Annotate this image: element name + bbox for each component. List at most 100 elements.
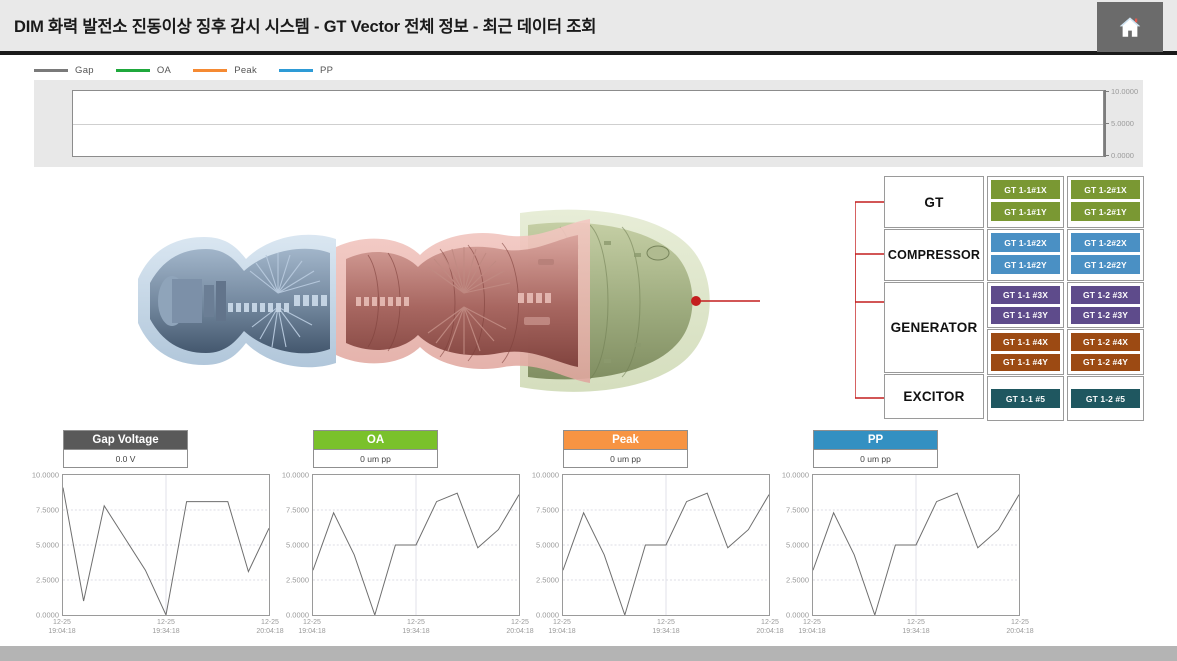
x-tick-time: 19:04:18 [48, 628, 76, 635]
sensor-cell: GT 1-1#1X GT 1-1#1Y [987, 176, 1064, 228]
kpi-value: 0 um pp [563, 449, 688, 468]
group-generator[interactable]: GENERATOR [884, 282, 984, 373]
y-axis-tick-label: 2.5000 [286, 575, 309, 585]
x-axis-tick-label: 12-25 19:04:18 [548, 618, 575, 636]
dim-vibration-monitoring-screen: DIM 화력 발전소 진동이상 징후 감시 시스템 - GT Vector 전체… [0, 0, 1177, 661]
x-tick-time: 19:04:18 [548, 628, 576, 635]
y-axis-tick-label: 10.0000 [781, 470, 809, 480]
panel-connector-lines [855, 176, 887, 422]
y-axis: 10.0000 7.5000 5.0000 2.5000 0.0000 [522, 471, 562, 620]
sensor-button-gt-1-2-1y[interactable]: GT 1-2#1Y [1071, 202, 1140, 221]
x-axis-tick-label: 12-25 19:34:18 [402, 618, 429, 636]
group-compressor[interactable]: COMPRESSOR [884, 229, 984, 281]
sensor-button-gt-1-1-2x[interactable]: GT 1-1#2X [991, 233, 1060, 252]
sensor-button-gt-1-2-4x[interactable]: GT 1-2 #4X [1071, 333, 1140, 351]
kpi-title: PP [813, 430, 938, 449]
x-tick-date: 12-25 [53, 619, 71, 626]
sensor-button-gt-1-1-1x[interactable]: GT 1-1#1X [991, 180, 1060, 199]
page-title: DIM 화력 발전소 진동이상 징후 감시 시스템 - GT Vector 전체… [14, 18, 597, 36]
kpi-gap-voltage: Gap Voltage 0.0 V [63, 430, 188, 468]
axis-tick-label: 0.0000 [1111, 151, 1134, 160]
y-axis: 10.0000 7.5000 5.0000 2.5000 0.0000 [772, 470, 812, 620]
sensor-button-gt-1-2-2x[interactable]: GT 1-2#2X [1071, 233, 1140, 252]
y-axis-tick-label: 7.5000 [786, 505, 809, 515]
y-axis-tick-label: 5.0000 [786, 540, 809, 550]
y-axis-tick-label: 5.0000 [536, 540, 559, 550]
sensor-button-gt-1-2-4y[interactable]: GT 1-2 #4Y [1071, 353, 1140, 371]
sensor-row: GT 1-1 #5 GT 1-2 #5 [987, 376, 1145, 421]
y-axis-tick-label: 7.5000 [286, 505, 309, 515]
sensor-button-gt-1-1-2y[interactable]: GT 1-1#2Y [991, 255, 1060, 274]
x-tick-date: 12-25 [407, 619, 425, 626]
y-axis-tick-label: 7.5000 [536, 505, 559, 515]
sensor-button-gt-1-1-3x[interactable]: GT 1-1 #3X [991, 286, 1060, 304]
x-axis-tick-label: 12-25 19:04:18 [48, 618, 75, 636]
legend-item-gap[interactable]: Gap [34, 65, 94, 76]
legend-label: OA [156, 64, 172, 76]
sensor-row: GT 1-1#1X GT 1-1#1Y GT 1-2#1X GT 1-2#1Y [987, 176, 1145, 228]
y-axis: 10.0000 7.5000 5.0000 2.5000 0.0000 [22, 471, 62, 620]
axis-tick [1104, 155, 1109, 156]
sensor-cell: GT 1-1 #4X GT 1-1 #4Y [987, 329, 1064, 375]
group-gt[interactable]: GT [884, 176, 984, 228]
x-axis-labels: 12-25 19:04:18 12-25 19:34:18 12-25 20:04:18 [22, 618, 283, 640]
x-tick-time: 20:04:18 [1006, 628, 1034, 635]
plot-area[interactable] [562, 474, 770, 616]
plot-area[interactable] [812, 474, 1020, 616]
home-button[interactable] [1097, 2, 1163, 52]
mini-chart-gap-voltage[interactable]: 10.0000 7.5000 5.0000 2.5000 0.0000 12-25 19:0… [22, 471, 284, 642]
legend-label: Gap [75, 64, 94, 76]
sensor-panel: GT COMPRESSOR GENERATOR EXCITOR GT 1-1#1… [855, 176, 1145, 422]
x-tick-date: 12-25 [553, 619, 571, 626]
sensor-button-grid: GT 1-1#1X GT 1-1#1Y GT 1-2#1X GT 1-2#1Y GT 1… [987, 176, 1145, 422]
sensor-button-gt-1-2-1x[interactable]: GT 1-2#1X [1071, 180, 1140, 199]
x-tick-time: 19:34:18 [652, 628, 680, 635]
sensor-button-gt-1-1-4y[interactable]: GT 1-1 #4Y [991, 353, 1060, 371]
legend-item-pp[interactable]: PP [279, 65, 333, 76]
sensor-button-gt-1-1-1y[interactable]: GT 1-1#1Y [991, 202, 1060, 221]
mini-chart-oa[interactable]: 10.0000 7.5000 5.0000 2.5000 0.0000 12-25 19:0… [272, 470, 534, 642]
sensor-cell: GT 1-2 #4X GT 1-2 #4Y [1067, 329, 1144, 375]
y-axis-tick-label: 2.5000 [786, 575, 809, 585]
x-tick-date: 12-25 [657, 619, 675, 626]
group-excitor[interactable]: EXCITOR [884, 374, 984, 419]
legend-label: Peak [234, 64, 258, 76]
main-trend-chart[interactable]: 10.0000 5.0000 0.0000 [34, 80, 1143, 167]
kpi-title: Peak [563, 430, 688, 449]
window-bottom-frame [0, 646, 1177, 661]
plot-area[interactable] [62, 474, 270, 616]
sensor-button-gt-1-2-3x[interactable]: GT 1-2 #3X [1071, 286, 1140, 304]
x-tick-date: 12-25 [907, 619, 925, 626]
plot-area[interactable] [312, 474, 520, 616]
kpi-value: 0 um pp [313, 449, 438, 468]
sensor-button-gt-1-1-4x[interactable]: GT 1-1 #4X [991, 333, 1060, 351]
sensor-button-gt-1-2-2y[interactable]: GT 1-2#2Y [1071, 255, 1140, 274]
kpi-oa: OA 0 um pp [313, 430, 438, 468]
axis-tick-label: 5.0000 [1111, 119, 1134, 128]
sensor-button-gt-1-2-5[interactable]: GT 1-2 #5 [1071, 389, 1140, 408]
y-axis-tick-label: 10.0000 [281, 470, 309, 480]
mini-chart-peak[interactable]: 10.0000 7.5000 5.0000 2.5000 0.0000 12-25 19:0… [522, 471, 784, 642]
x-tick-time: 19:34:18 [902, 628, 930, 635]
chart-legend: Gap OA Peak PP [34, 62, 333, 78]
equipment-group-column: GT COMPRESSOR GENERATOR EXCITOR [884, 176, 984, 420]
sensor-button-gt-1-2-3y[interactable]: GT 1-2 #3Y [1071, 306, 1140, 324]
x-tick-date: 12-25 [303, 619, 321, 626]
sensor-button-gt-1-1-3y[interactable]: GT 1-1 #3Y [991, 306, 1060, 324]
axis-tick-label: 10.0000 [1111, 87, 1139, 96]
gridline [73, 124, 1103, 125]
sensor-cell: GT 1-2#2X GT 1-2#2Y [1067, 229, 1144, 281]
sensor-row: GT 1-1#2X GT 1-1#2Y GT 1-2#2X GT 1-2#2Y [987, 229, 1145, 281]
legend-item-peak[interactable]: Peak [193, 65, 257, 76]
sensor-cell: GT 1-1#2X GT 1-1#2Y [987, 229, 1064, 281]
sensor-cell: GT 1-1 #3X GT 1-1 #3Y [987, 282, 1064, 328]
mini-chart-pp[interactable]: 10.0000 7.5000 5.0000 2.5000 0.0000 12-25 19:0… [772, 470, 1034, 642]
sensor-button-gt-1-1-5[interactable]: GT 1-1 #5 [991, 389, 1060, 408]
axis-tick [1104, 91, 1109, 92]
main-trend-plot[interactable] [72, 90, 1104, 157]
title-bar: DIM 화력 발전소 진동이상 징후 감시 시스템 - GT Vector 전체… [0, 0, 1177, 55]
legend-item-oa[interactable]: OA [115, 64, 172, 76]
x-axis-labels: 12-25 19:04:18 12-25 19:34:18 12-25 20:04:18 [522, 618, 783, 640]
legend-swatch-icon [193, 68, 228, 72]
sensor-cell: GT 1-2 #3X GT 1-2 #3Y [1067, 282, 1144, 328]
